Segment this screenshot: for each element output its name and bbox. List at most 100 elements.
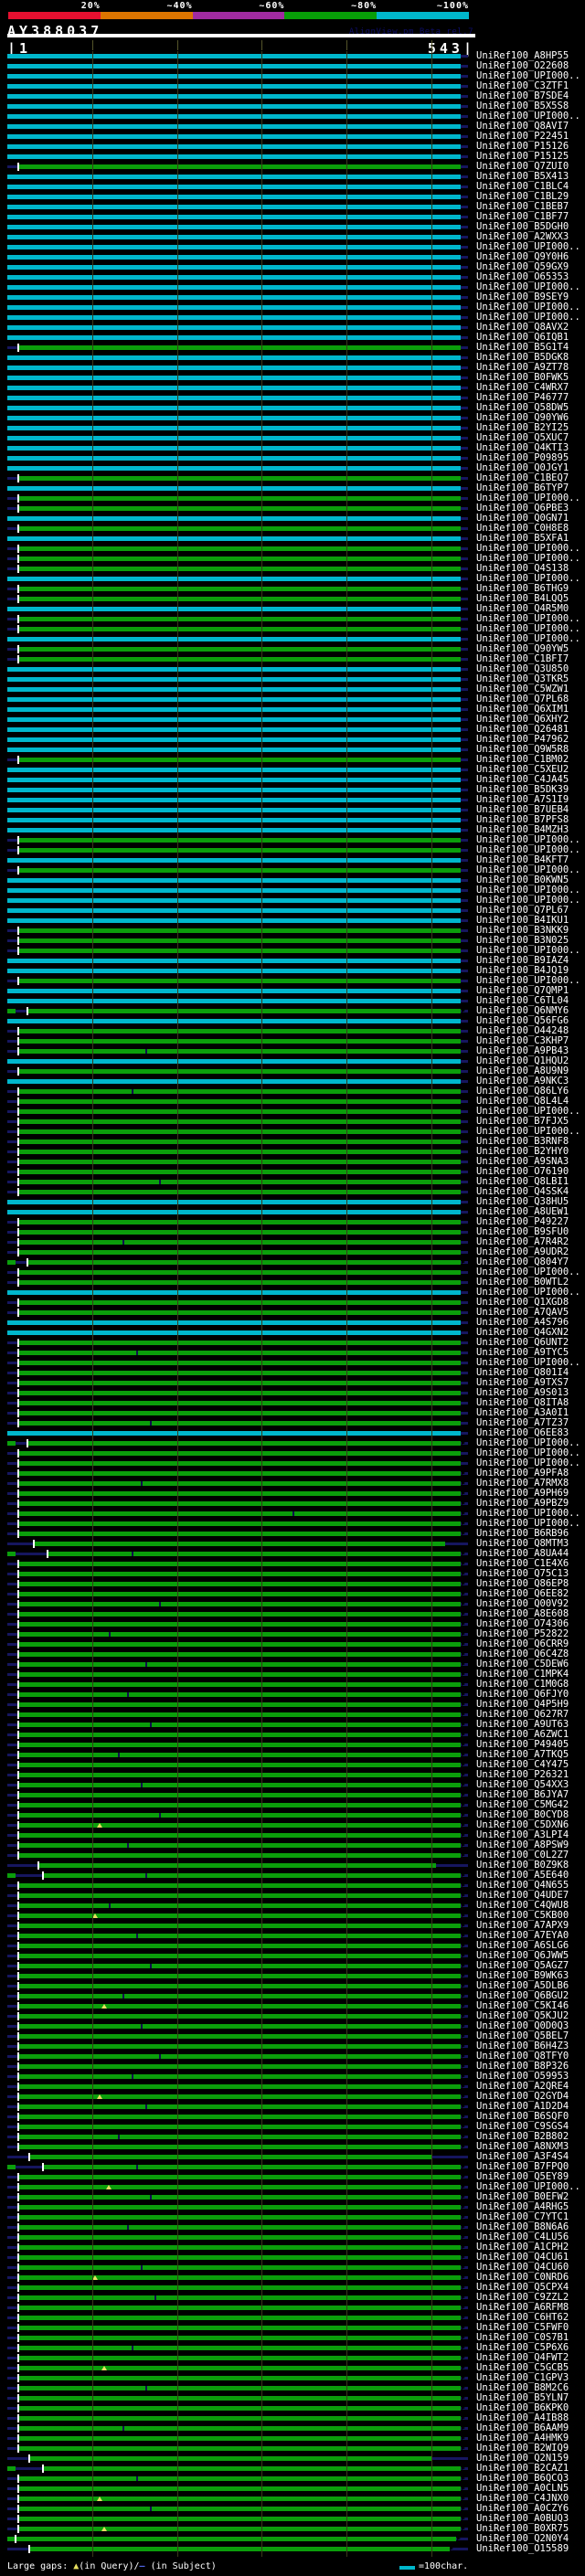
alignment-bar[interactable] <box>7 778 461 782</box>
hit-label[interactable]: UniRef100_O15589 <box>476 2544 569 2554</box>
alignment-bar[interactable] <box>7 969 461 973</box>
alignment-bar[interactable] <box>19 1421 462 1426</box>
alignment-bar[interactable] <box>19 1602 462 1606</box>
alignment-bar[interactable] <box>19 1150 462 1154</box>
alignment-bar[interactable] <box>19 1974 462 1978</box>
alignment-bar[interactable] <box>19 1672 462 1677</box>
alignment-bar[interactable] <box>7 858 461 863</box>
alignment-bar[interactable] <box>19 2496 462 2501</box>
alignment-bar[interactable] <box>7 486 461 491</box>
alignment-bar[interactable] <box>19 1532 462 1536</box>
alignment-bar[interactable] <box>19 1521 462 1526</box>
alignment-bar[interactable] <box>7 335 461 340</box>
alignment-bar[interactable] <box>19 1572 462 1576</box>
alignment-bar[interactable] <box>19 2034 462 2039</box>
alignment-bar[interactable] <box>19 2004 462 2009</box>
alignment-bar[interactable] <box>19 2476 462 2481</box>
alignment-bar[interactable] <box>19 627 462 631</box>
alignment-bar[interactable] <box>30 2456 431 2461</box>
alignment-bar[interactable] <box>19 657 462 662</box>
alignment-bar[interactable] <box>7 265 461 270</box>
alignment-bar[interactable] <box>19 526 462 531</box>
alignment-bar[interactable] <box>19 1039 462 1044</box>
alignment-bar[interactable] <box>19 476 462 481</box>
alignment-bar[interactable] <box>19 1682 462 1687</box>
alignment-bar[interactable] <box>7 768 461 772</box>
alignment-bar[interactable] <box>19 1612 462 1617</box>
alignment-bar[interactable] <box>7 175 461 179</box>
alignment-bar[interactable] <box>19 2426 462 2431</box>
alignment-bar[interactable] <box>7 788 461 792</box>
alignment-bar[interactable] <box>7 285 461 290</box>
alignment-bar[interactable] <box>19 2486 462 2491</box>
alignment-bar[interactable] <box>19 1622 462 1627</box>
alignment-bar[interactable] <box>19 1783 462 1787</box>
alignment-bar[interactable] <box>19 1843 462 1848</box>
alignment-bar[interactable] <box>7 396 461 400</box>
alignment-bar[interactable] <box>19 1803 462 1807</box>
alignment-bar[interactable] <box>7 1059 461 1064</box>
alignment-bar[interactable] <box>7 134 461 139</box>
alignment-bar[interactable] <box>19 1893 462 1898</box>
alignment-bar[interactable] <box>19 2336 462 2340</box>
alignment-bar[interactable] <box>19 1310 462 1315</box>
alignment-bar[interactable] <box>19 2094 462 2099</box>
alignment-bar[interactable] <box>7 898 461 903</box>
alignment-bar[interactable] <box>7 305 461 310</box>
alignment-bar[interactable] <box>19 2225 462 2230</box>
alignment-bar[interactable] <box>7 1200 461 1204</box>
alignment-bar[interactable] <box>7 94 461 99</box>
alignment-bar[interactable] <box>7 456 461 461</box>
alignment-bar[interactable] <box>7 607 461 611</box>
alignment-bar[interactable] <box>19 1753 462 1757</box>
alignment-bar[interactable] <box>7 1079 461 1084</box>
alignment-bar[interactable] <box>7 355 461 360</box>
alignment-bar[interactable] <box>7 215 461 219</box>
alignment-bar[interactable] <box>19 1230 462 1235</box>
alignment-bar[interactable] <box>19 1984 462 1988</box>
alignment-bar[interactable] <box>7 747 461 752</box>
alignment-bar[interactable] <box>7 386 461 390</box>
alignment-bar[interactable] <box>7 536 461 541</box>
alignment-bar[interactable] <box>7 114 461 119</box>
alignment-bar[interactable] <box>19 1662 462 1667</box>
alignment-bar[interactable] <box>19 979 462 983</box>
alignment-bar[interactable] <box>19 597 462 601</box>
alignment-bar[interactable] <box>7 999 461 1003</box>
alignment-bar[interactable] <box>19 2436 462 2441</box>
alignment-bar[interactable] <box>19 848 462 853</box>
alignment-bar[interactable] <box>19 345 462 350</box>
alignment-bar[interactable] <box>7 124 461 129</box>
alignment-bar[interactable] <box>7 888 461 893</box>
alignment-bar[interactable] <box>7 667 461 672</box>
alignment-bar[interactable] <box>19 1833 462 1838</box>
alignment-bar[interactable] <box>7 989 461 993</box>
alignment-bar[interactable] <box>19 1361 462 1365</box>
alignment-bar[interactable] <box>7 878 461 883</box>
alignment-bar[interactable] <box>19 1723 462 1727</box>
alignment-bar[interactable] <box>7 64 461 69</box>
alignment-bar[interactable] <box>19 1371 462 1375</box>
alignment-bar[interactable] <box>19 2064 462 2069</box>
alignment-bar[interactable] <box>7 426 461 430</box>
alignment-bar[interactable] <box>19 2185 462 2189</box>
alignment-bar[interactable] <box>7 275 461 280</box>
alignment-bar[interactable] <box>19 1049 462 1054</box>
alignment-bar[interactable] <box>16 2537 456 2541</box>
alignment-bar[interactable] <box>19 1773 462 1777</box>
alignment-bar[interactable] <box>7 1290 461 1295</box>
alignment-bar[interactable] <box>19 1351 462 1355</box>
alignment-bar[interactable] <box>19 1944 462 1948</box>
alignment-bar[interactable] <box>19 1461 462 1466</box>
alignment-bar[interactable] <box>7 205 461 209</box>
alignment-bar[interactable] <box>19 1883 462 1888</box>
alignment-bar[interactable] <box>44 2466 461 2471</box>
alignment-bar[interactable] <box>7 406 461 410</box>
alignment-bar[interactable] <box>7 637 461 641</box>
alignment-bar[interactable] <box>19 2396 462 2401</box>
alignment-bar[interactable] <box>19 1712 462 1717</box>
alignment-bar[interactable] <box>7 798 461 802</box>
alignment-bar[interactable] <box>19 546 462 551</box>
alignment-bar[interactable] <box>19 938 462 943</box>
alignment-bar[interactable] <box>19 1763 462 1767</box>
